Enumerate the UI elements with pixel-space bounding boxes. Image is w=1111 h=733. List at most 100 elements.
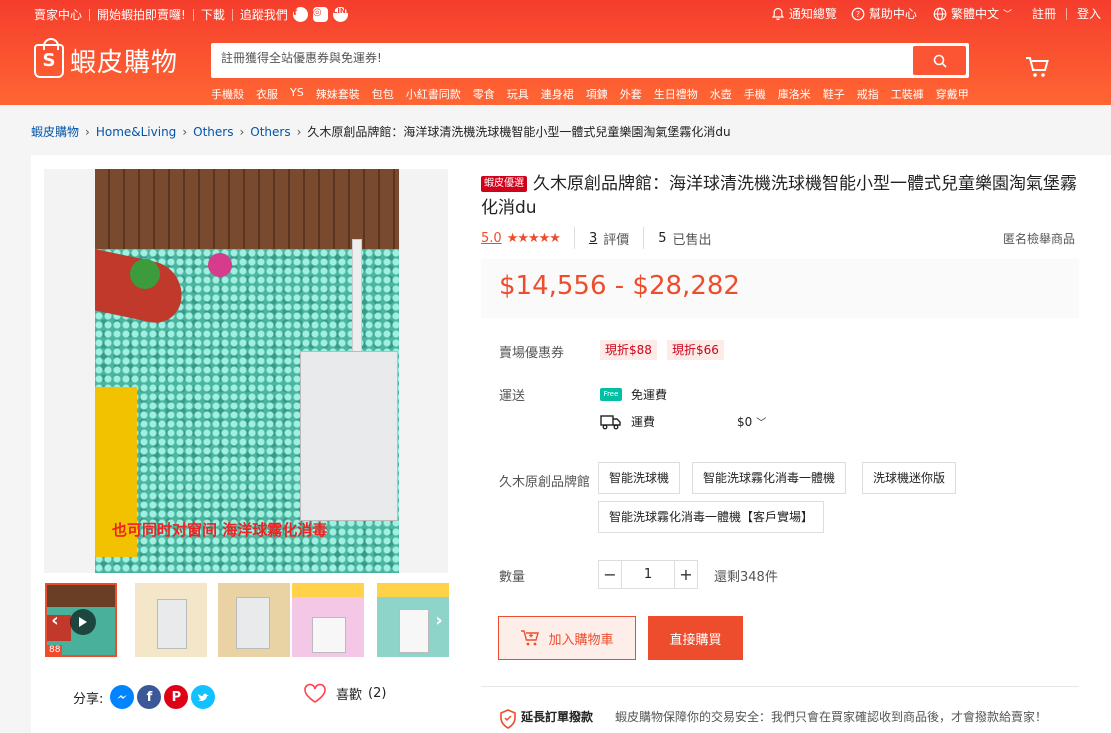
buy-now-button[interactable]: 直接購買: [648, 616, 743, 660]
image-caption: 也可同时对窗间 海洋球霧化消毒: [112, 521, 328, 539]
pinterest-icon[interactable]: P: [164, 685, 189, 709]
report-link[interactable]: 匿名檢舉商品: [1003, 230, 1075, 247]
breadcrumb-home[interactable]: 蝦皮購物: [31, 123, 79, 140]
voucher-66[interactable]: 現折$66: [667, 340, 724, 360]
search-input[interactable]: [221, 51, 901, 65]
price-section: $14,556 - $28,282: [481, 259, 1079, 318]
hot-keyword-link[interactable]: 衣服: [256, 86, 278, 102]
truck-icon: [600, 414, 621, 429]
quantity-decrease-button[interactable]: −: [598, 560, 622, 589]
thumbnail-4[interactable]: [292, 583, 364, 657]
variation-option[interactable]: 智能洗球霧化消毒一體機: [692, 462, 847, 494]
hot-keyword-link[interactable]: 小紅書同款: [406, 86, 461, 102]
hot-keyword-link[interactable]: 玩具: [507, 86, 529, 102]
add-to-cart-label: 加入購物車: [548, 632, 614, 648]
thumbnail-3[interactable]: [218, 583, 290, 657]
line-icon[interactable]: LINE: [332, 7, 351, 22]
facebook-icon[interactable]: f: [137, 685, 162, 709]
top-navbar: 賣家中心 開始蝦拍即賣囉! 下載 追蹤我們 f ◎ LINE 通知總覽 ? 幫助…: [0, 0, 1111, 26]
twitter-icon[interactable]: [191, 685, 216, 709]
language-selector[interactable]: 繁體中文 ﹀: [933, 5, 1012, 22]
add-to-cart-button[interactable]: 加入購物車: [498, 616, 636, 660]
chevron-down-icon[interactable]: ﹀: [756, 414, 766, 429]
product-title-text: 久木原創品牌館：海洋球清洗機洗球機智能小型一體式兒童樂園淘氣堡霧化消du: [481, 174, 1077, 218]
download-link[interactable]: 下載: [201, 6, 225, 23]
sold-count: 5: [658, 230, 667, 246]
start-selling-link[interactable]: 開始蝦拍即賣囉!: [97, 6, 186, 23]
divider: [231, 8, 233, 21]
notifications-link[interactable]: 通知總覽: [771, 5, 837, 22]
search-bar: [211, 43, 969, 78]
hot-keywords: 手機殼 衣服 YS 辣妹套裝 包包 小紅書同款 零食 玩具 連身裙 項鍊 外套 生日禮物 水壺 手機 庫洛米…: [211, 86, 981, 102]
thumb-badge: 88: [47, 645, 63, 655]
quantity-input[interactable]: 1: [622, 560, 674, 589]
search-button[interactable]: [913, 46, 966, 75]
ratings-row: 5.0 ★★★★★ 3 評價 5 已售出 匿名檢舉商品: [481, 227, 1075, 249]
variation-option[interactable]: 智能洗球機: [598, 462, 681, 494]
cart-icon: [1026, 57, 1049, 77]
hot-keyword-link[interactable]: 辣妹套裝: [316, 86, 360, 102]
chevron-right-icon: ›: [296, 124, 302, 139]
instagram-icon[interactable]: ◎: [312, 7, 328, 22]
search-icon: [933, 54, 947, 68]
breadcrumb-category[interactable]: Home&Living: [96, 125, 176, 139]
shipping-fee: 運費 $0 ﹀: [600, 413, 766, 430]
hot-keyword-link[interactable]: 生日禮物: [654, 86, 698, 102]
review-count[interactable]: 3: [589, 231, 597, 246]
facebook-icon[interactable]: f: [292, 7, 308, 22]
quantity-stepper: − 1 +: [598, 560, 698, 589]
chevron-right-icon: ›: [85, 124, 90, 139]
thumbnail-2[interactable]: [135, 583, 207, 657]
register-link[interactable]: 註冊: [1032, 5, 1056, 22]
product-title: 蝦皮優選 久木原創品牌館：海洋球清洗機洗球機智能小型一體式兒童樂園淘氣堡霧化消du: [481, 172, 1081, 220]
free-shipping-icon: Free: [600, 388, 622, 401]
globe-icon: [933, 7, 947, 20]
star-rating-icon: ★★★★★: [506, 230, 561, 246]
hot-keyword-link[interactable]: YS: [290, 86, 304, 102]
svg-text:?: ?: [856, 10, 860, 19]
hot-keyword-link[interactable]: 戒指: [857, 86, 879, 102]
hot-keyword-link[interactable]: 手機殼: [211, 86, 244, 102]
hot-keyword-link[interactable]: 連身裙: [541, 86, 574, 102]
hot-keyword-link[interactable]: 手機: [744, 86, 766, 102]
hot-keyword-link[interactable]: 穿戴甲: [936, 86, 969, 102]
thumb-wall: [47, 585, 115, 607]
help-link[interactable]: ? 幫助中心: [851, 5, 917, 22]
breadcrumb-subcategory-2[interactable]: Others: [250, 125, 290, 139]
variation-option[interactable]: 洗球機迷你版: [862, 462, 957, 494]
hot-keyword-link[interactable]: 工裝褲: [891, 86, 924, 102]
login-link[interactable]: 登入: [1077, 5, 1101, 22]
shopee-logo[interactable]: S 蝦皮購物: [34, 37, 178, 79]
rating-score[interactable]: 5.0: [481, 231, 502, 246]
hot-keyword-link[interactable]: 鞋子: [823, 86, 845, 102]
variation-option[interactable]: 智能洗球霧化消毒一體機【客戶實場】: [598, 501, 825, 533]
guarantee-title: 延長訂單撥款: [521, 710, 594, 724]
cart-button[interactable]: [1025, 56, 1049, 82]
product-main-image[interactable]: 也可同时对窗间 海洋球霧化消毒: [44, 169, 448, 573]
hot-keyword-link[interactable]: 包包: [372, 86, 394, 102]
chevron-right-icon[interactable]: ›: [432, 607, 446, 633]
hot-keyword-link[interactable]: 外套: [620, 86, 642, 102]
language-label: 繁體中文: [950, 7, 999, 21]
voucher-88[interactable]: 現折$88: [600, 340, 657, 360]
shopee-bag-icon: S: [34, 37, 64, 78]
breadcrumb-subcategory[interactable]: Others: [193, 125, 233, 139]
hot-keyword-link[interactable]: 項鍊: [586, 86, 608, 102]
hot-keyword-link[interactable]: 庫洛米: [778, 86, 811, 102]
breadcrumb-current: 久木原創品牌館：海洋球清洗機洗球機智能小型一體式兒童樂園淘氣堡霧化消du: [307, 125, 731, 139]
seller-center-link[interactable]: 賣家中心: [34, 6, 82, 23]
free-shipping-label: 免運費: [631, 388, 668, 402]
quantity-increase-button[interactable]: +: [674, 560, 698, 589]
shipping-fee-value[interactable]: $0: [737, 415, 752, 429]
divider: [192, 8, 194, 21]
messenger-icon[interactable]: [110, 685, 135, 709]
hot-keyword-link[interactable]: 零食: [473, 86, 495, 102]
quantity-label: 數量: [499, 570, 526, 585]
thumb-machine: [399, 609, 429, 653]
play-icon: [70, 609, 96, 635]
chevron-left-icon[interactable]: ‹: [48, 607, 62, 633]
divider: [481, 686, 1079, 687]
bell-icon: [771, 7, 785, 20]
like-button[interactable]: 喜歡 (2): [303, 683, 386, 704]
hot-keyword-link[interactable]: 水壺: [710, 86, 732, 102]
